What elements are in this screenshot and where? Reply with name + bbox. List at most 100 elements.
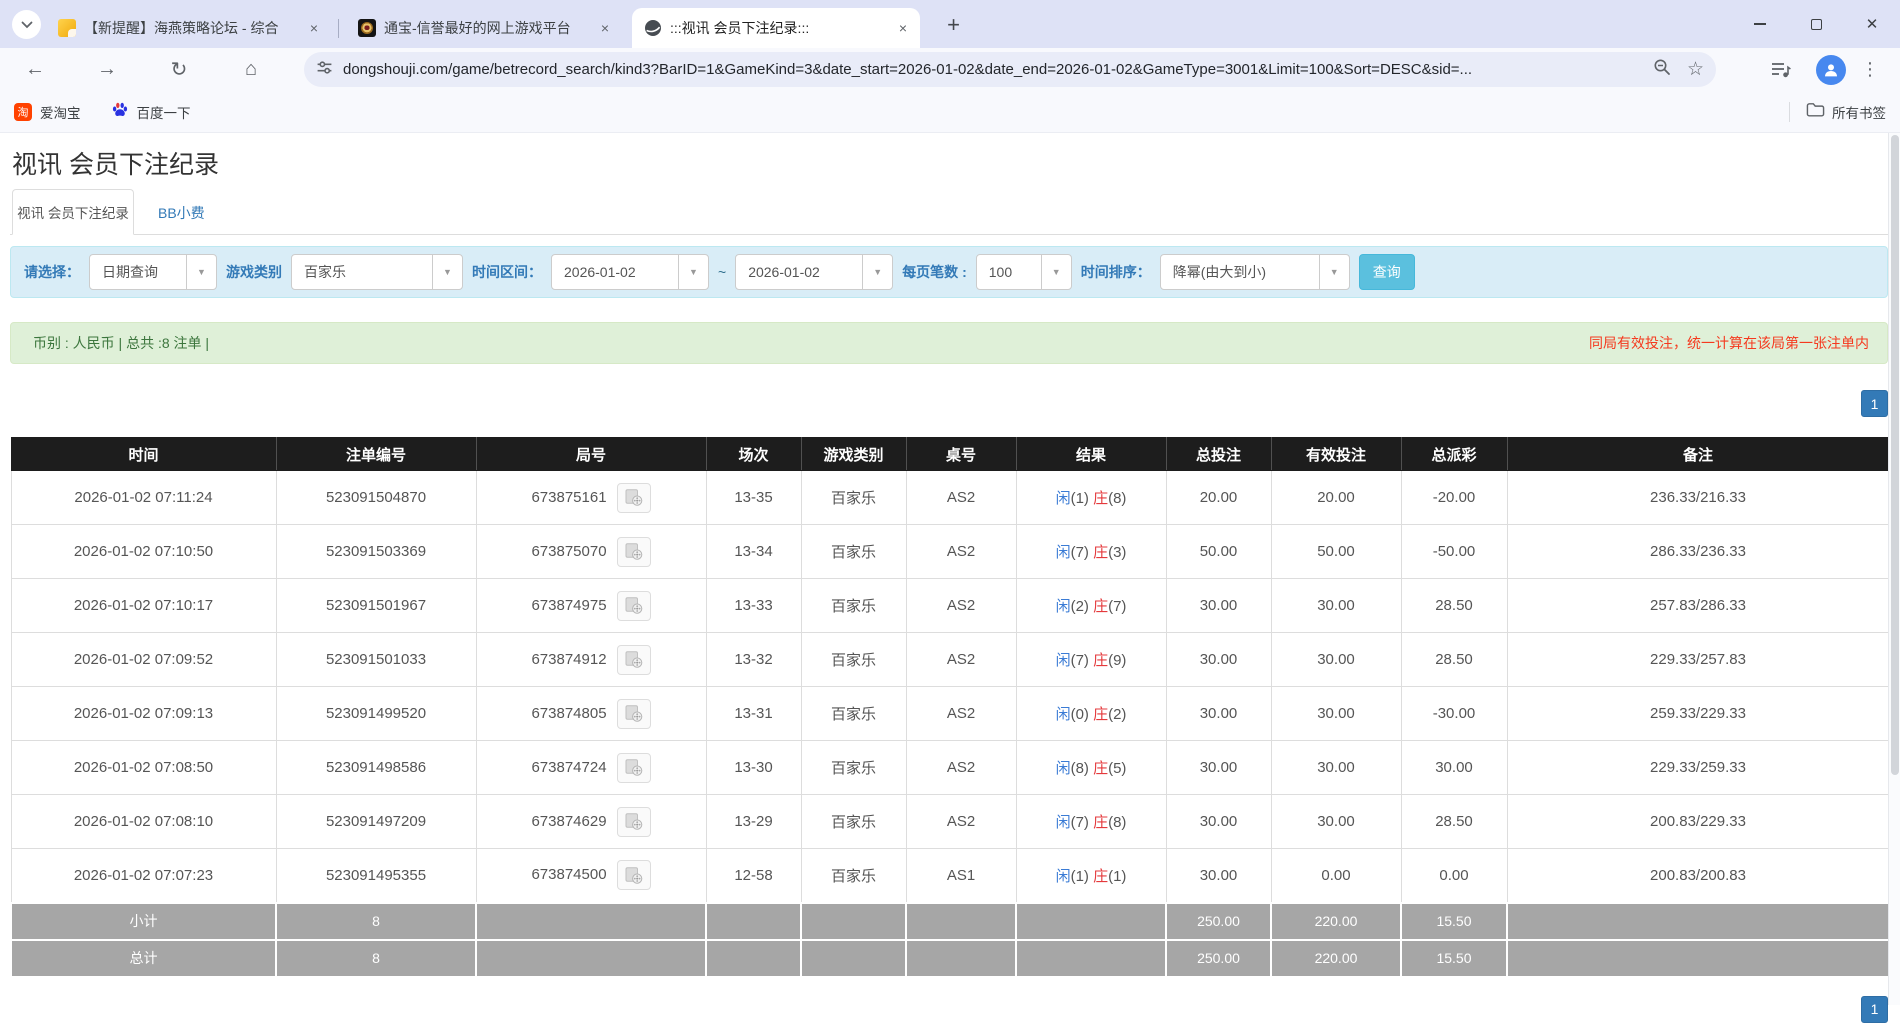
result-banker-label: 庄	[1093, 814, 1108, 831]
cell-payout: -50.00	[1401, 525, 1507, 579]
cell-bet-id: 523091495355	[276, 849, 476, 903]
cell-session: 13-30	[706, 741, 801, 795]
window-close-button[interactable]: ✕	[1844, 0, 1900, 48]
page-scrollbar[interactable]	[1888, 133, 1900, 1005]
sort-dropdown[interactable]: 降幂(由大到小) ▼	[1160, 254, 1350, 290]
cell-total-bet: 30.00	[1166, 795, 1271, 849]
video-replay-button[interactable]	[617, 753, 651, 783]
reload-icon[interactable]: ↻	[166, 57, 192, 83]
browser-tab-tongbao[interactable]: 通宝-信誉最好的网上游戏平台 ×	[346, 8, 622, 48]
all-bookmarks-button[interactable]: 所有书签	[1806, 102, 1886, 122]
taobao-icon: 淘	[14, 103, 32, 121]
zoom-out-icon[interactable]	[1653, 58, 1671, 81]
result-player-score: (8)	[1071, 760, 1094, 777]
cell-round: 673874629	[476, 795, 706, 849]
result-banker-label: 庄	[1093, 868, 1108, 885]
col-time: 时间	[11, 438, 276, 471]
video-replay-button[interactable]	[617, 860, 651, 890]
video-replay-button[interactable]	[617, 699, 651, 729]
pagination-page-1-bottom[interactable]: 1	[1861, 996, 1888, 1023]
all-bookmarks-label: 所有书签	[1832, 102, 1886, 122]
bet-table-body: 2026-01-02 07:11:24523091504870673875161…	[11, 471, 1889, 977]
pagination-page-1[interactable]: 1	[1861, 390, 1888, 417]
page-size-dropdown[interactable]: 100 ▼	[976, 254, 1072, 290]
cell-valid-bet: 30.00	[1271, 741, 1401, 795]
query-type-value: 日期查询	[90, 262, 186, 282]
cell-valid-bet: 0.00	[1271, 849, 1401, 903]
sum-count: 8	[276, 903, 476, 940]
video-replay-button[interactable]	[617, 807, 651, 837]
cell-total-bet: 20.00	[1166, 471, 1271, 525]
bookmark-star-icon[interactable]: ☆	[1687, 58, 1704, 81]
table-row: 2026-01-02 07:10:17523091501967673874975…	[11, 579, 1889, 633]
forward-icon[interactable]: →	[94, 57, 120, 83]
tab-close-icon[interactable]: ×	[305, 19, 323, 37]
tab-close-icon[interactable]: ×	[894, 19, 912, 37]
back-icon[interactable]: ←	[22, 57, 48, 83]
tab-bb-tip[interactable]: BB小费	[158, 203, 205, 223]
sum-table	[906, 903, 1016, 940]
result-banker-score: (5)	[1108, 760, 1126, 777]
url-text[interactable]: dongshouji.com/game/betrecord_search/kin…	[343, 61, 1645, 78]
sum-note	[1507, 940, 1889, 977]
cell-table-no: AS2	[906, 579, 1016, 633]
media-controls-icon[interactable]	[1768, 57, 1794, 83]
date-end-picker[interactable]: 2026-01-02 ▼	[735, 254, 893, 290]
round-id-text: 673874500	[531, 866, 606, 883]
bookmark-taobao[interactable]: 淘 爱淘宝	[14, 102, 81, 122]
browser-menu-icon[interactable]: ⋮	[1860, 59, 1880, 80]
cell-result: 闲(1) 庄(1)	[1016, 849, 1166, 903]
result-banker-label: 庄	[1093, 544, 1108, 561]
address-bar[interactable]: dongshouji.com/game/betrecord_search/kin…	[304, 52, 1716, 87]
cell-total-bet: 30.00	[1166, 849, 1271, 903]
scrollbar-thumb[interactable]	[1891, 135, 1899, 775]
tab-search-button[interactable]	[12, 10, 41, 39]
date-start-picker[interactable]: 2026-01-02 ▼	[551, 254, 709, 290]
game-type-value: 百家乐	[292, 262, 432, 282]
result-player-label: 闲	[1056, 544, 1071, 561]
cell-note: 259.33/229.33	[1507, 687, 1889, 741]
video-replay-button[interactable]	[617, 483, 651, 513]
browser-tab-betrecord-active[interactable]: :::视讯 会员下注纪录::: ×	[632, 8, 920, 48]
video-replay-button[interactable]	[617, 591, 651, 621]
profile-avatar[interactable]	[1816, 55, 1846, 85]
query-type-dropdown[interactable]: 日期查询 ▼	[89, 254, 217, 290]
browser-tab-strip: 【新提醒】海燕策略论坛 - 综合 × 通宝-信誉最好的网上游戏平台 × :::视…	[0, 0, 1900, 48]
window-maximize-button[interactable]	[1788, 0, 1844, 48]
bookmark-baidu[interactable]: 百度一下	[111, 101, 191, 122]
cell-payout: 28.50	[1401, 633, 1507, 687]
tab-close-icon[interactable]: ×	[596, 19, 614, 37]
cell-table-no: AS2	[906, 741, 1016, 795]
video-replay-button[interactable]	[617, 645, 651, 675]
cell-session: 13-33	[706, 579, 801, 633]
cell-bet-id: 523091503369	[276, 525, 476, 579]
new-tab-button[interactable]: +	[940, 11, 967, 38]
cell-round: 673874975	[476, 579, 706, 633]
game-type-dropdown[interactable]: 百家乐 ▼	[291, 254, 463, 290]
window-controls: ✕	[1732, 0, 1900, 48]
cell-valid-bet: 30.00	[1271, 687, 1401, 741]
result-banker-label: 庄	[1093, 598, 1108, 615]
sum-label: 小计	[11, 903, 276, 940]
home-icon[interactable]: ⌂	[238, 57, 264, 83]
search-button[interactable]: 查询	[1359, 254, 1415, 290]
game-type-label: 游戏类别	[226, 262, 282, 282]
cell-total-bet: 30.00	[1166, 741, 1271, 795]
result-player-score: (7)	[1071, 814, 1094, 831]
col-note: 备注	[1507, 438, 1889, 471]
result-banker-label: 庄	[1093, 706, 1108, 723]
cell-note: 200.83/200.83	[1507, 849, 1889, 903]
site-settings-icon[interactable]	[316, 59, 333, 81]
cell-game: 百家乐	[801, 471, 906, 525]
result-player-score: (2)	[1071, 598, 1094, 615]
cell-note: 286.33/236.33	[1507, 525, 1889, 579]
cell-round: 673875070	[476, 525, 706, 579]
browser-tab-forum[interactable]: 【新提醒】海燕策略论坛 - 综合 ×	[46, 8, 331, 48]
window-minimize-button[interactable]	[1732, 0, 1788, 48]
cell-result: 闲(7) 庄(3)	[1016, 525, 1166, 579]
cell-table-no: AS2	[906, 795, 1016, 849]
video-replay-button[interactable]	[617, 537, 651, 567]
tab-bet-record[interactable]: 视讯 会员下注纪录	[12, 189, 134, 235]
result-banker-label: 庄	[1093, 652, 1108, 669]
table-row: 2026-01-02 07:07:23523091495355673874500…	[11, 849, 1889, 903]
